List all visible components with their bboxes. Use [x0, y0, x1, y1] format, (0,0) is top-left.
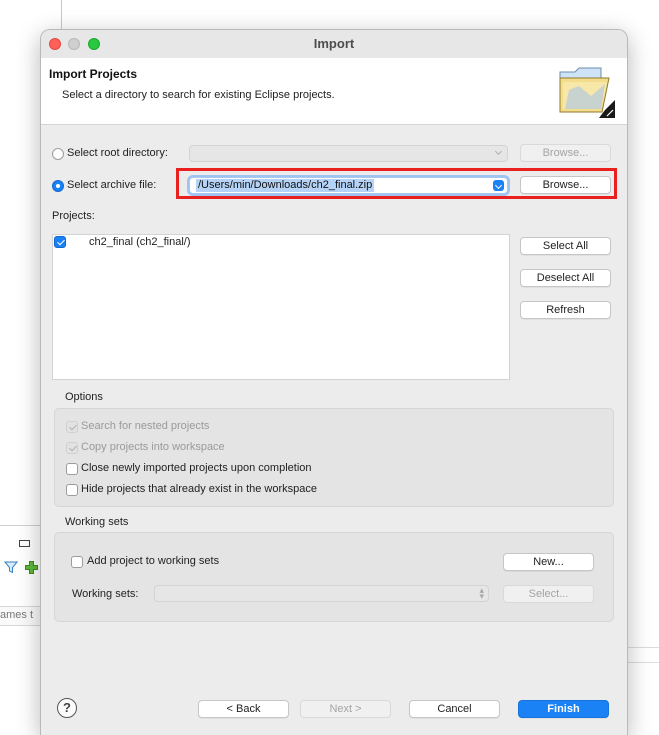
- window-title: Import: [313, 36, 355, 51]
- minimize-icon[interactable]: [19, 540, 30, 547]
- deselect-all-button[interactable]: Deselect All: [520, 269, 611, 287]
- working-sets-title: Working sets: [65, 516, 129, 528]
- background-right-fragment: [627, 647, 659, 663]
- cancel-button[interactable]: Cancel: [409, 700, 500, 718]
- options-group: Search for nested projects Copy projects…: [54, 408, 614, 507]
- nested-projects-checkbox: [66, 421, 78, 433]
- import-dialog: Import Import Projects Select a director…: [40, 29, 628, 735]
- highlight-annotation: [176, 168, 617, 199]
- archive-file-label: Select archive file:: [67, 179, 157, 191]
- wizard-description: Select a directory to search for existin…: [62, 89, 335, 101]
- new-working-set-button[interactable]: New...: [503, 553, 594, 571]
- root-directory-label: Select root directory:: [67, 147, 168, 159]
- close-imported-checkbox[interactable]: [66, 463, 78, 475]
- add-icon[interactable]: [25, 561, 38, 577]
- back-button[interactable]: < Back: [198, 700, 289, 718]
- background-view-panel: ames t: [0, 525, 40, 735]
- close-imported-label[interactable]: Close newly imported projects upon compl…: [81, 462, 312, 474]
- folder-icon: [557, 62, 617, 123]
- project-item-name[interactable]: ch2_final (ch2_final/): [89, 236, 191, 248]
- title-bar: Import: [41, 30, 627, 59]
- projects-label: Projects:: [52, 210, 95, 222]
- chevron-down-icon: [494, 149, 503, 158]
- archive-file-radio[interactable]: [52, 180, 64, 192]
- hide-existing-checkbox[interactable]: [66, 484, 78, 496]
- add-to-working-sets-label[interactable]: Add project to working sets: [87, 555, 219, 567]
- project-checkbox[interactable]: [54, 236, 66, 248]
- refresh-button[interactable]: Refresh: [520, 301, 611, 319]
- wizard-title: Import Projects: [49, 67, 138, 81]
- hide-existing-label[interactable]: Hide projects that already exist in the …: [81, 483, 317, 495]
- background-column-label: ames t: [0, 609, 34, 621]
- updown-icon: ▴ ▾: [479, 585, 484, 601]
- options-title: Options: [65, 391, 103, 403]
- finish-button[interactable]: Finish: [518, 700, 609, 718]
- root-directory-radio[interactable]: [52, 148, 64, 160]
- next-button[interactable]: Next >: [300, 700, 391, 718]
- working-sets-label: Working sets:: [72, 588, 139, 600]
- background-divider: [61, 0, 62, 30]
- copy-projects-checkbox: [66, 442, 78, 454]
- wizard-header: Import Projects Select a directory to se…: [41, 58, 627, 125]
- projects-list[interactable]: ch2_final (ch2_final/): [52, 234, 510, 380]
- add-to-working-sets-checkbox[interactable]: [71, 556, 83, 568]
- select-all-button[interactable]: Select All: [520, 237, 611, 255]
- copy-projects-label: Copy projects into workspace: [81, 441, 225, 453]
- browse-root-button[interactable]: Browse...: [520, 144, 611, 162]
- working-sets-group: Add project to working sets New... Worki…: [54, 532, 614, 622]
- working-sets-combo[interactable]: ▴ ▾: [154, 585, 489, 602]
- help-icon[interactable]: ?: [57, 698, 77, 718]
- root-directory-combo[interactable]: [189, 145, 508, 162]
- filter-icon[interactable]: [3, 560, 19, 577]
- nested-projects-label: Search for nested projects: [81, 420, 210, 432]
- background-table-header: ames t: [0, 606, 40, 626]
- select-working-sets-button[interactable]: Select...: [503, 585, 594, 603]
